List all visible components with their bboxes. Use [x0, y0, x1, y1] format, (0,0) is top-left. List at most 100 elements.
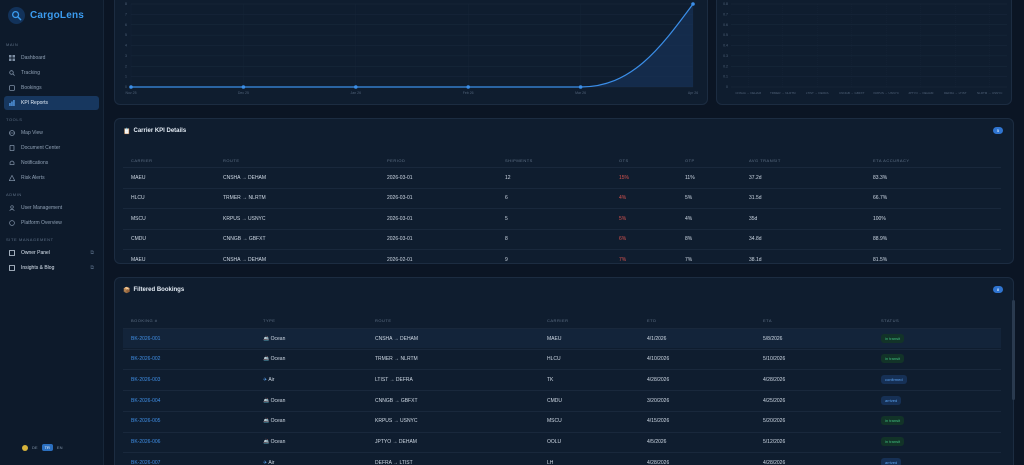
lang-option-de[interactable]: DE [32, 445, 38, 450]
status-cell: in transit [881, 437, 905, 446]
scrollbar[interactable] [1012, 300, 1015, 400]
table-cell: 4/28/2026 [763, 376, 786, 383]
column-header[interactable]: ETD [647, 318, 657, 323]
column-header[interactable]: ROUTE [223, 158, 240, 163]
shipments-chart-panel: 0 1 2 3 4 5 6 7 8 Nov 25 Dec 25 Jan 26 Feb 26 Mar 26 A… [114, 0, 708, 105]
column-header[interactable]: CARRIER [131, 158, 153, 163]
nav-platform-overview[interactable]: Platform Overview [4, 216, 99, 230]
y-tick-label: 0.3 [723, 54, 728, 58]
table-cell: 100% [873, 215, 886, 222]
booking-row[interactable]: BK-2026-004 🚢 Ocean CNNGB → GBFXT CMDU 3/20/… [123, 390, 1001, 410]
booking-link[interactable]: BK-2026-006 [131, 439, 160, 445]
data-point[interactable] [129, 85, 133, 89]
column-header[interactable]: TYPE [263, 318, 275, 323]
status-badge: confirmed [881, 374, 907, 384]
column-header[interactable]: ETA [763, 318, 772, 323]
nav-owner-panel[interactable]: Owner Panel ⧉ [4, 246, 99, 260]
nav-user-management[interactable]: User Management [4, 201, 99, 215]
nav-dashboard[interactable]: Dashboard [4, 51, 99, 65]
table-cell: 5/10/2026 [763, 356, 786, 363]
grid-icon [8, 55, 15, 62]
booking-row[interactable]: BK-2026-003 ✈ Air LTIST → DEFRA TK 4/28/2026… [123, 369, 1001, 389]
type-label: Ocean [270, 439, 286, 445]
nav-risk-alerts[interactable]: Risk Alerts [4, 171, 99, 185]
booking-row[interactable]: BK-2026-002 🚢 Ocean TRMER → NLRTM HLCU 4/10/… [123, 348, 1001, 369]
booking-row[interactable]: BK-2026-001 🚢 Ocean CNSHA → DEHAM MAEU 4/1/2… [123, 328, 1001, 348]
column-header[interactable]: SHIPMENTS [505, 158, 533, 163]
y-tick-label: 0.8 [723, 2, 728, 6]
nav-map-view[interactable]: Map View [4, 126, 99, 140]
document-icon [8, 145, 15, 152]
booking-link[interactable]: BK-2026-001 [131, 336, 160, 342]
column-header[interactable]: ROUTE [375, 318, 392, 323]
y-tick-label: 0 [726, 85, 728, 89]
nav-document-center[interactable]: Document Center [4, 141, 99, 155]
nav-notifications-label: Notifications [21, 160, 49, 166]
table-row[interactable]: HLCU TRMER → NLRTM 2026-03-01 6 4% 5% 31.5d 66.… [123, 187, 1001, 208]
column-header[interactable]: ETA ACCURACY [873, 158, 910, 163]
booking-row[interactable]: BK-2026-007 ✈ Air DEFRA → LTIST LH 4/28/2026… [123, 452, 1001, 465]
y-tick-label: 6 [125, 23, 127, 27]
data-point[interactable] [691, 2, 695, 6]
shipments-area-chart: 0 1 2 3 4 5 6 7 8 Nov 25 Dec 25 Jan 26 Feb 26 Mar 26 A… [125, 2, 698, 95]
table-row[interactable]: MAEU CNSHA → DEHAM 2026-02-01 9 7% 7% 38.1d 81.… [123, 249, 1001, 269]
nav-bookings-label: Bookings [21, 85, 42, 91]
nav-tracking-label: Tracking [21, 70, 40, 76]
kpi-table-header: CARRIER ROUTE PERIOD SHIPMENTS OTS OTP AVG TRA… [123, 156, 1001, 164]
table-cell: CMDU [131, 236, 146, 242]
filtered-bookings-panel: 📦 Filtered Bookings 8 BOOKING # TYPE ROUTE… [114, 277, 1014, 465]
table-cell: 6 [505, 195, 508, 201]
x-tick-label: Dec 25 [238, 91, 249, 95]
table-cell: MAEU [131, 256, 146, 263]
table-row[interactable]: MAEU CNSHA → DEHAM 2026-03-01 12 15% 11% 37.2d… [123, 167, 1001, 187]
table-cell: MSCU [131, 215, 146, 222]
ship-icon: 🚢 [263, 397, 271, 404]
nav-notifications[interactable]: Notifications [4, 156, 99, 170]
y-tick-label: 1 [125, 75, 127, 79]
table-row[interactable]: MSCU KRPUS → USNYC 2026-03-01 5 5% 4% 35d 100% [123, 208, 1001, 228]
column-header[interactable]: STATUS [881, 318, 899, 323]
column-header[interactable]: CARRIER [547, 318, 569, 323]
booking-link[interactable]: BK-2026-003 [131, 377, 160, 383]
x-tick-label: Nov 25 [125, 91, 136, 95]
column-header[interactable]: OTS [619, 158, 629, 163]
booking-link[interactable]: BK-2026-005 [131, 418, 160, 424]
booking-link[interactable]: BK-2026-004 [131, 398, 160, 404]
type-cell: ✈ Air [263, 377, 274, 383]
booking-row[interactable]: BK-2026-005 🚢 Ocean KRPUS → USNYC MSCU 4/15/… [123, 410, 1001, 431]
pen-icon [8, 265, 15, 272]
nav-insights-blog[interactable]: Insights & Blog ⧉ [4, 261, 99, 275]
x-tick-label: Mar 26 [575, 91, 586, 95]
table-row[interactable]: CMDU CNNGB → GBFXT 2026-03-01 8 6% 8% 34.8d 88.… [123, 228, 1001, 249]
booking-link[interactable]: BK-2026-002 [131, 356, 160, 362]
nav-kpi-reports[interactable]: KPI Reports [4, 96, 99, 110]
nav-bookings[interactable]: Bookings [4, 81, 99, 95]
nav-tracking[interactable]: Tracking [4, 66, 99, 80]
data-point[interactable] [578, 85, 583, 89]
table-cell: LTIST → DEFRA [375, 376, 413, 383]
brand[interactable]: CargoLens [0, 0, 103, 30]
table-cell: 5% [619, 215, 627, 222]
lang-option-en[interactable]: EN [57, 445, 63, 450]
data-point[interactable] [354, 85, 358, 89]
booking-row[interactable]: BK-2026-006 🚢 Ocean JPTYO → DEHAM OOLU 4/5/2… [123, 431, 1001, 452]
data-point[interactable] [241, 85, 246, 89]
status-badge: in transit [881, 437, 905, 446]
nav-dashboard-label: Dashboard [21, 55, 46, 61]
table-cell: 5% [685, 195, 693, 201]
search-icon [8, 70, 15, 77]
data-point[interactable] [466, 85, 471, 89]
table-cell: CMDU [547, 397, 562, 404]
column-header[interactable]: PERIOD [387, 158, 405, 163]
column-header[interactable]: BOOKING # [131, 318, 158, 323]
lang-option-tr[interactable]: TR [41, 444, 53, 451]
type-label: Ocean [270, 397, 286, 404]
kpi-title: Carrier KPI Details [133, 128, 187, 134]
table-cell: 12 [505, 174, 511, 181]
column-header[interactable]: AVG TRANSIT [749, 158, 781, 163]
table-cell: 15% [619, 174, 630, 181]
table-cell: JPTYO → DEHAM [375, 439, 417, 445]
table-cell: 2026-02-01 [387, 256, 413, 263]
booking-link[interactable]: BK-2026-007 [131, 460, 160, 465]
column-header[interactable]: OTP [685, 158, 695, 163]
